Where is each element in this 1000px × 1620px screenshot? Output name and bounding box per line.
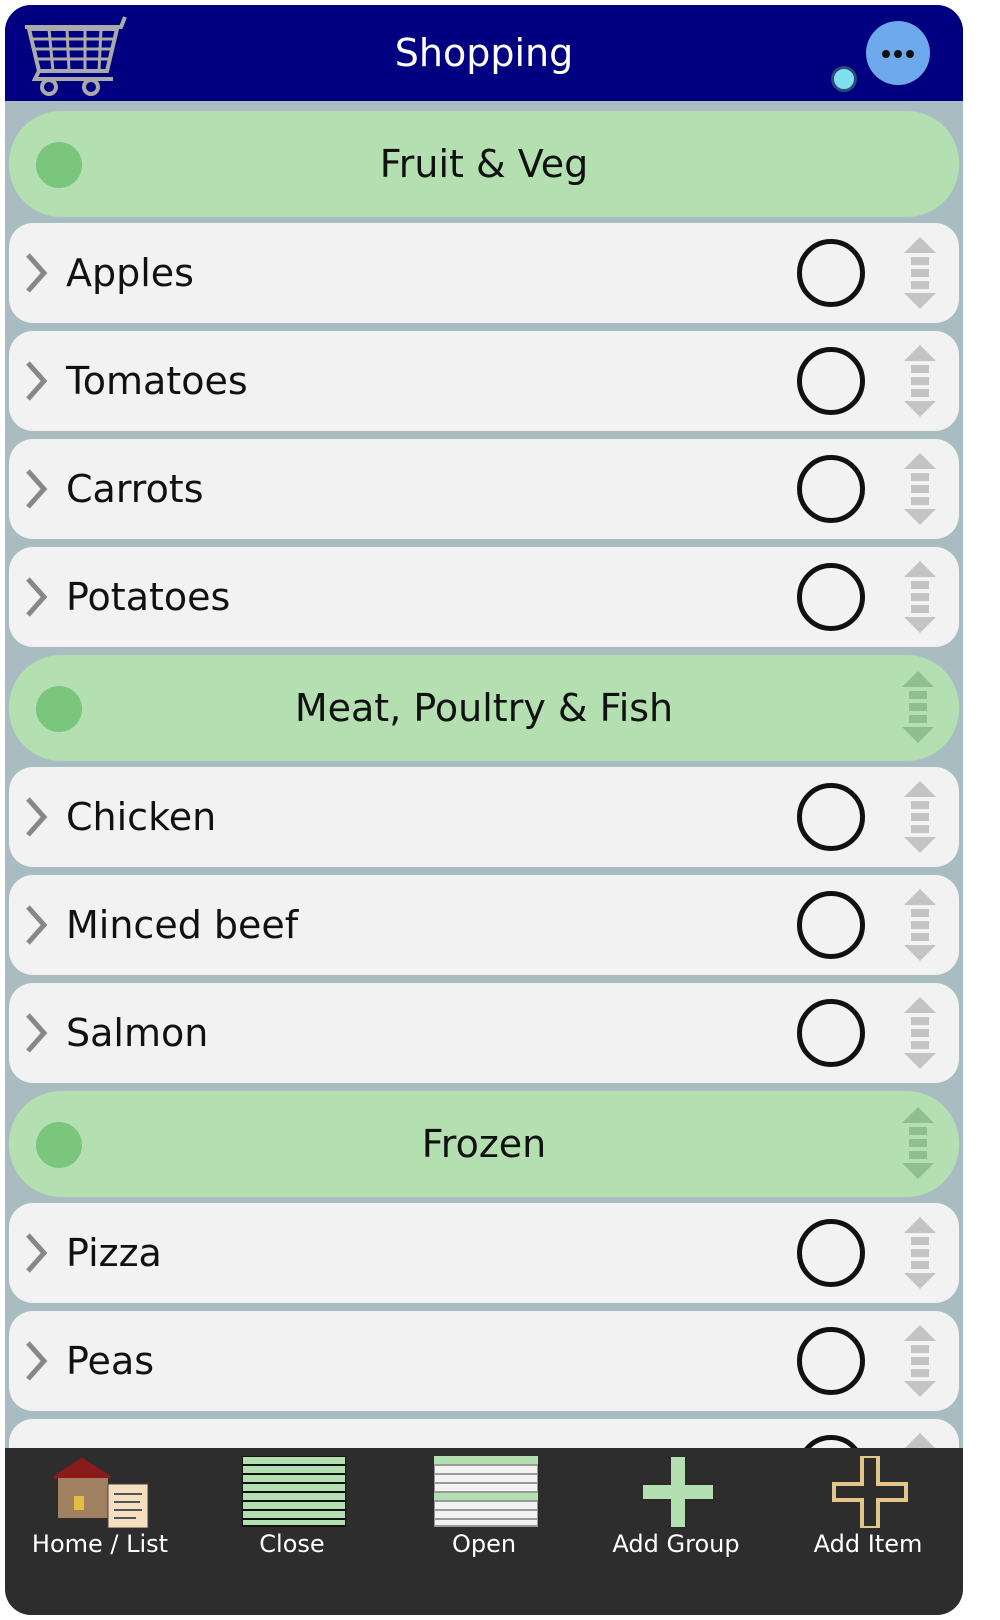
home-list-button[interactable]: Home / List <box>5 1448 195 1615</box>
more-options-button[interactable] <box>866 21 930 85</box>
list-item[interactable]: Pizza <box>9 1203 959 1303</box>
chevron-right-icon[interactable] <box>23 359 49 403</box>
item-checkbox[interactable] <box>797 999 865 1067</box>
add-group-label: Add Group <box>612 1530 740 1558</box>
reorder-handle-icon[interactable] <box>899 669 937 745</box>
plus-outline-icon <box>832 1456 908 1528</box>
open-groups-button[interactable]: Open <box>389 1448 579 1615</box>
reorder-handle-icon[interactable] <box>902 343 938 419</box>
list-item[interactable]: Salmon <box>9 983 959 1083</box>
home-list-label: Home / List <box>31 1530 169 1558</box>
reorder-handle-icon[interactable] <box>902 451 938 527</box>
expanded-list-icon <box>434 1456 538 1527</box>
reorder-handle-icon[interactable] <box>902 995 938 1071</box>
add-item-label: Add Item <box>813 1530 923 1558</box>
page-title: Shopping <box>394 31 574 75</box>
item-label: Apples <box>66 251 194 295</box>
group-label: Fruit & Veg <box>379 142 589 186</box>
reorder-handle-icon[interactable] <box>902 887 938 963</box>
header-bar: Shopping <box>5 5 963 101</box>
item-label: Carrots <box>66 467 204 511</box>
item-label: Chicken <box>66 795 217 839</box>
group-label: Meat, Poultry & Fish <box>294 686 674 730</box>
item-checkbox[interactable] <box>797 1327 865 1395</box>
list-item[interactable]: Apples <box>9 223 959 323</box>
item-checkbox[interactable] <box>797 563 865 631</box>
item-label: Minced beef <box>66 903 299 947</box>
app-window: Shopping Fruit & Veg Apples Tomatoes Car… <box>5 5 963 1615</box>
home-icon <box>52 1457 149 1528</box>
reorder-handle-icon[interactable] <box>902 1215 938 1291</box>
item-checkbox[interactable] <box>797 891 865 959</box>
reorder-handle-icon[interactable] <box>902 559 938 635</box>
add-group-button[interactable]: Add Group <box>581 1448 771 1615</box>
chevron-right-icon[interactable] <box>23 1011 49 1055</box>
item-label: Potatoes <box>66 575 231 619</box>
bottom-toolbar: Home / List Close Open Add Group Add Ite… <box>5 1448 963 1615</box>
list-item[interactable]: Minced beef <box>9 875 959 975</box>
chevron-right-icon[interactable] <box>23 1231 49 1275</box>
reorder-handle-icon[interactable] <box>899 1105 937 1181</box>
list-item[interactable]: Peas <box>9 1311 959 1411</box>
group-header[interactable]: Frozen <box>9 1091 959 1197</box>
list-item[interactable]: Chicken <box>9 767 959 867</box>
list-item[interactable]: Carrots <box>9 439 959 539</box>
chevron-right-icon[interactable] <box>23 575 49 619</box>
close-label: Close <box>259 1530 325 1558</box>
item-label: Tomatoes <box>66 359 248 403</box>
open-label: Open <box>451 1530 517 1558</box>
notification-dot <box>831 66 857 92</box>
shopping-list: Fruit & Veg Apples Tomatoes Carrots Pota… <box>5 101 963 1451</box>
chevron-right-icon[interactable] <box>23 903 49 947</box>
item-checkbox[interactable] <box>797 347 865 415</box>
chevron-right-icon[interactable] <box>23 467 49 511</box>
item-label: Peas <box>66 1339 155 1383</box>
reorder-handle-icon[interactable] <box>902 1323 938 1399</box>
item-checkbox[interactable] <box>797 239 865 307</box>
group-label: Frozen <box>421 1122 547 1166</box>
item-checkbox[interactable] <box>797 1219 865 1287</box>
ellipsis-icon <box>882 50 890 58</box>
ellipsis-dot <box>906 50 914 58</box>
chevron-right-icon[interactable] <box>23 251 49 295</box>
item-label: Salmon <box>66 1011 209 1055</box>
list-item[interactable]: Tomatoes <box>9 331 959 431</box>
chevron-right-icon[interactable] <box>23 795 49 839</box>
list-item[interactable]: Potatoes <box>9 547 959 647</box>
reorder-handle-icon[interactable] <box>902 779 938 855</box>
list-item[interactable] <box>9 1419 959 1451</box>
chevron-right-icon[interactable] <box>23 1339 49 1383</box>
group-header[interactable]: Meat, Poultry & Fish <box>9 655 959 761</box>
plus-icon <box>641 1456 715 1528</box>
close-groups-button[interactable]: Close <box>197 1448 387 1615</box>
item-checkbox[interactable] <box>797 783 865 851</box>
reorder-handle-icon[interactable] <box>902 235 938 311</box>
group-header[interactable]: Fruit & Veg <box>9 111 959 217</box>
add-item-button[interactable]: Add Item <box>773 1448 963 1615</box>
item-label: Pizza <box>66 1231 162 1275</box>
collapsed-list-icon <box>242 1456 346 1527</box>
ellipsis-dot <box>894 50 902 58</box>
item-checkbox[interactable] <box>797 455 865 523</box>
